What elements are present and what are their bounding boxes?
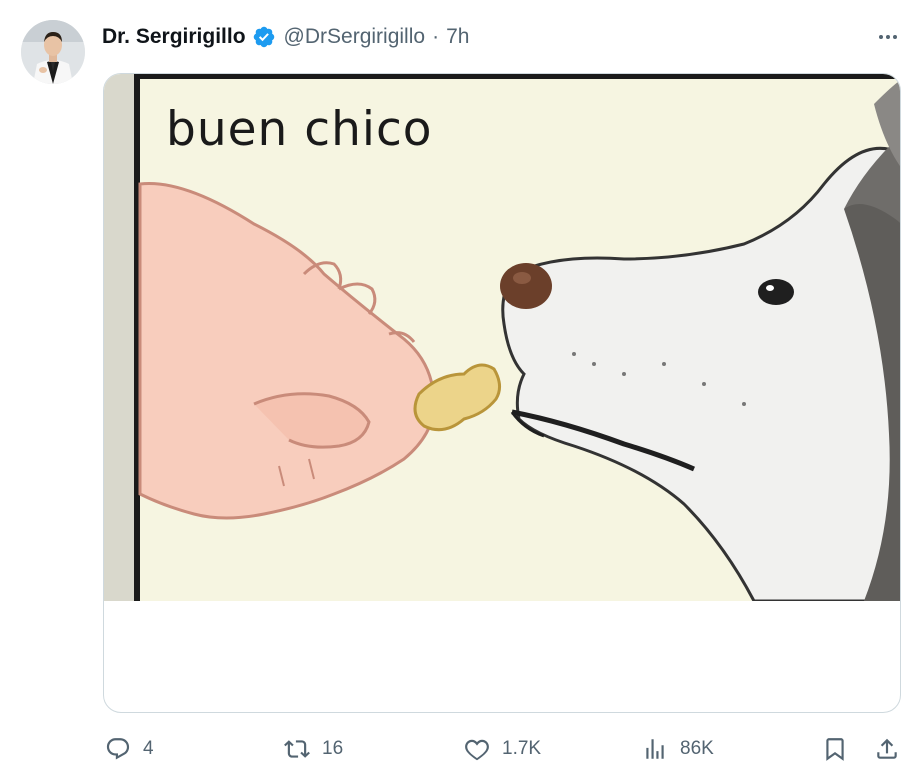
bookmark-icon <box>826 738 844 761</box>
meme-caption: buen chico <box>166 102 433 157</box>
retweet-button[interactable]: 16 <box>284 731 343 767</box>
reply-button[interactable]: 4 <box>105 731 154 767</box>
views-count: 86K <box>680 738 714 759</box>
share-button[interactable] <box>874 731 900 767</box>
separator-dot: · <box>432 25 440 48</box>
display-name[interactable]: Dr. Sergirigillo <box>102 25 246 49</box>
retweet-icon <box>284 740 310 758</box>
avatar-image <box>21 20 85 84</box>
bookmark-button[interactable] <box>822 731 848 767</box>
reply-icon <box>106 738 130 760</box>
more-options-button[interactable] <box>868 22 908 52</box>
timestamp[interactable]: 7h <box>446 25 469 49</box>
tweet-media-card[interactable]: buen chico <box>103 73 901 713</box>
retweet-count: 16 <box>322 738 344 759</box>
more-horizontal-icon <box>879 35 897 39</box>
tweet-header: Dr. Sergirigillo @DrSergirigillo · 7h <box>102 22 469 52</box>
views-button[interactable]: 86K <box>642 731 714 767</box>
share-icon <box>877 738 897 759</box>
like-count: 1.7K <box>502 738 542 759</box>
action-bar: 4 16 1.7K 86K <box>100 731 908 767</box>
like-button[interactable]: 1.7K <box>464 731 541 767</box>
user-handle[interactable]: @DrSergirigillo <box>284 25 426 49</box>
heart-icon <box>465 739 489 761</box>
avatar[interactable] <box>21 20 85 84</box>
verified-badge-icon[interactable] <box>252 25 276 49</box>
reply-count: 4 <box>143 738 154 759</box>
analytics-icon <box>646 739 664 759</box>
